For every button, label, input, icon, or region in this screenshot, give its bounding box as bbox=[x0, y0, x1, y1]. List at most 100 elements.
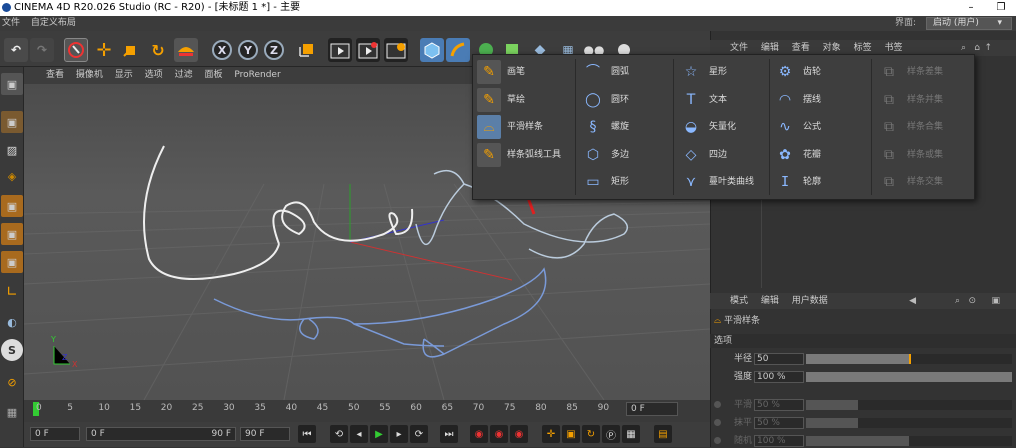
menu-item-text[interactable]: T 文本 bbox=[679, 87, 727, 113]
om-menu-view[interactable]: 查看 bbox=[792, 43, 810, 53]
edges-mode-icon[interactable]: ▣ bbox=[1, 223, 23, 245]
attr-value-field[interactable]: 50 % bbox=[754, 399, 804, 411]
axis-mode-icon[interactable]: ∟ bbox=[1, 281, 23, 303]
start-frame-field[interactable]: 0 F bbox=[30, 427, 80, 441]
home-icon[interactable]: ⌂ bbox=[974, 40, 980, 56]
search-icon[interactable]: ⌕ bbox=[955, 293, 960, 309]
enable-checkbox[interactable] bbox=[714, 437, 721, 444]
workplane-lock-icon[interactable]: ⊘ bbox=[1, 371, 23, 393]
render-picture-viewer-icon[interactable] bbox=[356, 38, 380, 62]
play-button[interactable]: ▶ bbox=[370, 425, 388, 443]
cube-primitive-icon[interactable] bbox=[420, 38, 444, 62]
om-menu-bookmarks[interactable]: 书签 bbox=[884, 43, 902, 53]
om-menu-edit[interactable]: 编辑 bbox=[761, 43, 779, 53]
menu-item-cogwheel[interactable]: ⚙ 齿轮 bbox=[773, 59, 821, 85]
menu-item-profile[interactable]: ⵊ 轮廓 bbox=[773, 169, 821, 195]
rotate-icon[interactable]: ↻ bbox=[146, 38, 170, 62]
texture-mode-icon[interactable]: ▨ bbox=[1, 139, 23, 161]
key-selection-button[interactable]: ◉ bbox=[510, 425, 528, 443]
model-mode-icon[interactable]: ▣ bbox=[1, 111, 23, 133]
previous-key-button[interactable]: ⟲ bbox=[330, 425, 348, 443]
vp-menu-options[interactable]: 选项 bbox=[145, 70, 163, 80]
menu-item-circle[interactable]: ◯ 圆环 bbox=[581, 87, 629, 113]
menu-item-pen[interactable]: ✎ 画笔 bbox=[477, 59, 525, 85]
attr-slider[interactable] bbox=[806, 400, 1012, 410]
x-axis-lock-button[interactable]: X bbox=[212, 40, 232, 60]
min-frame-slider[interactable]: 0 F 90 F bbox=[86, 427, 236, 441]
end-frame-field[interactable]: 90 F bbox=[240, 427, 290, 441]
timeline-end-field[interactable]: 0 F bbox=[626, 402, 678, 416]
autokey-button[interactable]: ◉ bbox=[490, 425, 508, 443]
attr-section-tab[interactable]: 选项 bbox=[710, 334, 1016, 348]
menu-item-sketch[interactable]: ✎ 草绘 bbox=[477, 87, 525, 113]
layout-select[interactable]: 启动 (用户) ▾ bbox=[926, 17, 1012, 30]
om-menu-file[interactable]: 文件 bbox=[730, 43, 748, 53]
vp-menu-camera[interactable]: 摄像机 bbox=[76, 70, 103, 80]
new-window-icon[interactable]: ▣ bbox=[991, 293, 1000, 309]
enable-checkbox[interactable] bbox=[714, 401, 721, 408]
tweak-mode-icon[interactable]: ◐ bbox=[1, 311, 23, 333]
y-axis-lock-button[interactable]: Y bbox=[238, 40, 258, 60]
vp-menu-filter[interactable]: 过滤 bbox=[175, 70, 193, 80]
attr-slider[interactable] bbox=[806, 436, 1012, 446]
go-to-end-button[interactable]: ⏭ bbox=[440, 425, 458, 443]
snap-icon[interactable]: S bbox=[1, 339, 23, 361]
previous-frame-button[interactable]: ◂ bbox=[350, 425, 368, 443]
position-key-button[interactable]: ✛ bbox=[542, 425, 560, 443]
attr-slider[interactable] bbox=[806, 354, 1012, 364]
undo-button[interactable]: ↶ bbox=[4, 38, 28, 62]
attr-value-field[interactable]: 50 bbox=[754, 353, 804, 365]
z-axis-lock-button[interactable]: Z bbox=[264, 40, 284, 60]
menu-item-4-side[interactable]: ◇ 四边 bbox=[679, 142, 727, 168]
menu-item-formula[interactable]: ∿ 公式 bbox=[773, 114, 821, 140]
menu-item-spline-arc-tool[interactable]: ✎ 样条弧线工具 bbox=[477, 142, 561, 168]
attr-menu-edit[interactable]: 编辑 bbox=[761, 296, 779, 306]
spline-pen-icon[interactable] bbox=[446, 38, 470, 62]
pla-key-button[interactable]: ▦ bbox=[622, 425, 640, 443]
workplane-icon[interactable]: ◈ bbox=[1, 165, 23, 187]
rotation-key-button[interactable]: ↻ bbox=[582, 425, 600, 443]
menu-item-flower[interactable]: ✿ 花瓣 bbox=[773, 142, 821, 168]
vp-menu-view[interactable]: 查看 bbox=[46, 70, 64, 80]
coordinate-system-icon[interactable] bbox=[294, 38, 318, 62]
lock-icon[interactable]: ⊙ bbox=[968, 293, 976, 309]
redo-button[interactable]: ↷ bbox=[30, 38, 54, 62]
om-menu-objects[interactable]: 对象 bbox=[823, 43, 841, 53]
points-mode-icon[interactable]: ▣ bbox=[1, 195, 23, 217]
attr-slider[interactable] bbox=[806, 418, 1012, 428]
back-arrow-icon[interactable]: ◀ bbox=[909, 293, 916, 309]
live-selection-icon[interactable] bbox=[64, 38, 88, 62]
timeline-window-button[interactable]: ▤ bbox=[654, 425, 672, 443]
attr-slider[interactable] bbox=[806, 372, 1012, 382]
menu-item-n-side[interactable]: ⬡ 多边 bbox=[581, 142, 629, 168]
render-settings-icon[interactable] bbox=[384, 38, 408, 62]
menu-item-vectorizer[interactable]: ◒ 矢量化 bbox=[679, 114, 736, 140]
menu-item-helix[interactable]: § 螺旋 bbox=[581, 114, 630, 140]
timeline[interactable]: 0 5 10 15 20 25 30 35 40 45 50 55 60 65 70 75 80 85 90 0 F bbox=[24, 400, 710, 422]
menu-item-rectangle[interactable]: ▭ 矩形 bbox=[581, 169, 629, 195]
om-menu-tags[interactable]: 标签 bbox=[854, 43, 872, 53]
menu-item-cycloid[interactable]: ◠ 摆线 bbox=[773, 87, 821, 113]
menu-item-smooth-spline[interactable]: ⌓ 平滑样条 bbox=[477, 114, 543, 140]
menu-item-star[interactable]: ☆ 星形 bbox=[679, 59, 727, 85]
attr-menu-mode[interactable]: 模式 bbox=[730, 296, 748, 306]
scale-key-button[interactable]: ▣ bbox=[562, 425, 580, 443]
grid-icon[interactable]: ▦ bbox=[1, 401, 23, 423]
menu-custom-layout[interactable]: 自定义布局 bbox=[31, 18, 76, 28]
render-view-icon[interactable] bbox=[328, 38, 352, 62]
attr-value-field[interactable]: 100 % bbox=[754, 371, 804, 383]
scale-icon[interactable] bbox=[118, 38, 142, 62]
last-tool-icon[interactable] bbox=[174, 38, 198, 62]
next-key-button[interactable]: ⟳ bbox=[410, 425, 428, 443]
move-icon[interactable]: ✛ bbox=[92, 38, 116, 62]
vp-menu-panel[interactable]: 面板 bbox=[204, 70, 222, 80]
vp-menu-prorender[interactable]: ProRender bbox=[234, 70, 280, 80]
up-arrow-icon[interactable]: ↑ bbox=[984, 40, 992, 56]
record-button[interactable]: ◉ bbox=[470, 425, 488, 443]
go-to-start-button[interactable]: ⏮ bbox=[298, 425, 316, 443]
make-editable-icon[interactable]: ▣ bbox=[1, 73, 23, 95]
restore-button[interactable]: ❐ bbox=[986, 0, 1016, 16]
param-key-button[interactable]: Ⓟ bbox=[602, 425, 620, 443]
polygons-mode-icon[interactable]: ▣ bbox=[1, 251, 23, 273]
menu-item-arc[interactable]: ⌒ 圆弧 bbox=[581, 59, 629, 85]
